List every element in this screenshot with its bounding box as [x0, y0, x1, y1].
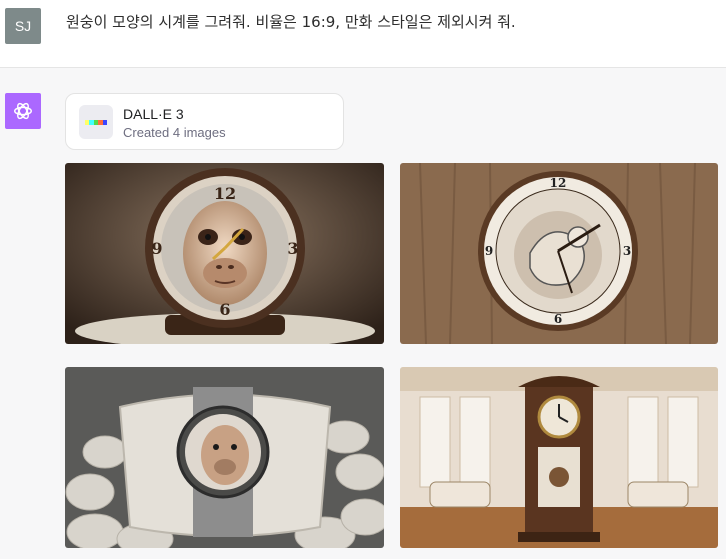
- user-avatar: SJ: [5, 8, 41, 44]
- svg-text:12: 12: [550, 176, 567, 190]
- tool-name: DALL·E 3: [123, 106, 184, 122]
- monkey-grandfather-clock-image: [400, 367, 718, 548]
- user-message-text: 원숭이 모양의 시계를 그려줘. 비율은 16:9, 만화 스타일은 제외시켜 …: [66, 13, 516, 31]
- svg-text:9: 9: [485, 244, 493, 258]
- generated-image-3[interactable]: [65, 367, 384, 548]
- user-initials: SJ: [14, 18, 32, 34]
- svg-text:3: 3: [623, 244, 631, 258]
- generated-image-1[interactable]: 12 3 6 9: [65, 163, 384, 344]
- monkey-wristwatch-image: [65, 367, 384, 548]
- user-message-row: SJ 원숭이 모양의 시계를 그려줘. 비율은 16:9, 만화 스타일은 제외…: [0, 0, 726, 68]
- svg-text:9: 9: [151, 239, 162, 258]
- generated-image-4[interactable]: [400, 367, 718, 548]
- dalle-tool-card[interactable]: DALL·E 3 Created 4 images: [65, 93, 344, 150]
- monkey-face-clock-image: 12 3 6 9: [65, 163, 384, 344]
- openai-logo-icon: [14, 102, 32, 120]
- assistant-avatar: [5, 93, 41, 129]
- svg-text:6: 6: [219, 300, 230, 319]
- dalle-color-strip-icon: [85, 119, 108, 125]
- svg-text:3: 3: [287, 239, 298, 258]
- tool-status: Created 4 images: [123, 125, 226, 140]
- assistant-message-row: DALL·E 3 Created 4 images 12 3 6 9 12 3 …: [0, 68, 726, 559]
- svg-text:12: 12: [214, 184, 236, 203]
- svg-text:6: 6: [554, 312, 562, 326]
- dalle-icon: [79, 105, 113, 139]
- monkey-wall-clock-image: 12 3 6 9: [400, 163, 718, 344]
- generated-image-2[interactable]: 12 3 6 9: [400, 163, 718, 344]
- dalle-color-swatch: [102, 119, 108, 125]
